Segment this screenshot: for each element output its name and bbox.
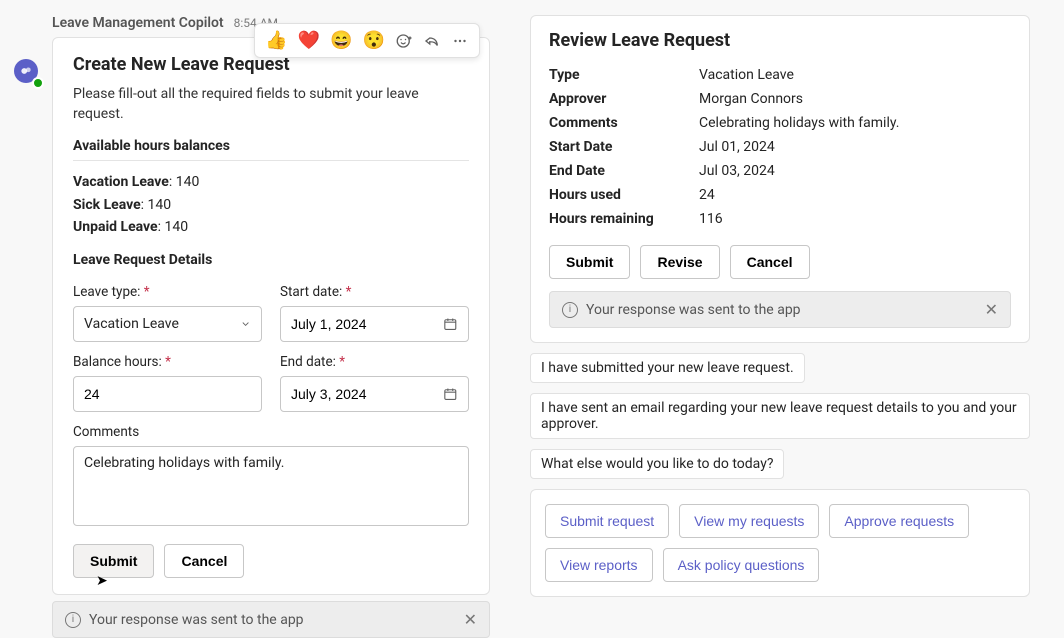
card-intro: Please fill-out all the required fields … (73, 85, 469, 124)
close-icon[interactable]: ✕ (464, 610, 477, 629)
leave-type-label: Leave type: * (73, 284, 262, 300)
calendar-icon (443, 316, 458, 332)
wow-reaction[interactable]: 😯 (363, 30, 385, 51)
bot-message-1: I have submitted your new leave request. (530, 353, 805, 383)
leave-type-select[interactable]: Vacation Leave (73, 306, 262, 342)
bot-message-2: I have sent an email regarding your new … (530, 393, 1030, 439)
review-key: Type (549, 63, 699, 87)
review-cancel-button[interactable]: Cancel (730, 245, 810, 279)
suggestion-view-requests[interactable]: View my requests (679, 504, 819, 538)
end-date-value[interactable] (291, 386, 443, 402)
heart-reaction[interactable]: ❤️ (298, 30, 320, 51)
suggestion-approve-requests[interactable]: Approve requests (829, 504, 969, 538)
review-key: Start Date (549, 135, 699, 159)
status-bar-left: i Your response was sent to the app ✕ (52, 601, 490, 638)
review-value: 24 (699, 183, 1011, 207)
start-date-label: Start date: * (280, 284, 469, 300)
review-value: Morgan Connors (699, 87, 1011, 111)
more-options-icon[interactable] (451, 32, 469, 50)
details-heading: Leave Request Details (73, 252, 469, 274)
review-value: Jul 03, 2024 (699, 159, 1011, 183)
review-row: Start DateJul 01, 2024 (549, 135, 1011, 159)
balances-block: Vacation Leave: 140 Sick Leave: 140 Unpa… (73, 171, 469, 238)
laugh-reaction[interactable]: 😄 (330, 30, 352, 51)
presence-indicator (32, 77, 44, 89)
review-title: Review Leave Request (549, 30, 1011, 51)
close-icon[interactable]: ✕ (985, 300, 998, 319)
status-bar-right: i Your response was sent to the app ✕ (549, 291, 1011, 328)
review-revise-button[interactable]: Revise (640, 245, 719, 279)
review-value: Celebrating holidays with family. (699, 111, 1011, 135)
info-icon: i (65, 612, 81, 628)
emoji-picker-icon[interactable] (395, 32, 413, 50)
create-leave-card: Create New Leave Request Please fill-out… (52, 37, 490, 595)
status-text: Your response was sent to the app (586, 302, 801, 318)
left-pane: Leave Management Copilot 8:54 AM 👍 ❤️ 😄 … (10, 15, 490, 607)
review-key: End Date (549, 159, 699, 183)
review-value: 116 (699, 207, 1011, 231)
vacation-leave-label: Vacation Leave (73, 174, 169, 190)
chevron-down-icon (240, 318, 251, 330)
leave-type-value: Vacation Leave (84, 316, 240, 332)
unpaid-leave-value: 140 (164, 219, 188, 235)
comments-textarea[interactable] (73, 446, 469, 526)
review-row: CommentsCelebrating holidays with family… (549, 111, 1011, 135)
cursor-icon: ➤ (96, 573, 108, 589)
suggestion-ask-policy[interactable]: Ask policy questions (663, 548, 820, 582)
info-icon: i (562, 302, 578, 318)
sick-leave-value: 140 (148, 197, 172, 213)
review-key: Approver (549, 87, 699, 111)
reply-icon[interactable] (423, 32, 441, 50)
end-date-input[interactable] (280, 376, 469, 412)
bot-message-3: What else would you like to do today? (530, 449, 784, 479)
sick-leave-label: Sick Leave (73, 197, 141, 213)
comments-label: Comments (73, 424, 469, 440)
balance-hours-input[interactable] (73, 376, 262, 412)
review-key: Comments (549, 111, 699, 135)
thumbs-up-reaction[interactable]: 👍 (265, 30, 287, 51)
suggestions-card: Submit request View my requests Approve … (530, 489, 1030, 597)
calendar-icon (443, 386, 458, 402)
review-row: End DateJul 03, 2024 (549, 159, 1011, 183)
review-key: Hours remaining (549, 207, 699, 231)
suggestion-submit-request[interactable]: Submit request (545, 504, 669, 538)
review-leave-card: Review Leave Request TypeVacation LeaveA… (530, 15, 1030, 343)
vacation-leave-value: 140 (176, 174, 200, 190)
balance-hours-value[interactable] (84, 386, 251, 402)
review-key: Hours used (549, 183, 699, 207)
review-row: Hours used24 (549, 183, 1011, 207)
suggestion-view-reports[interactable]: View reports (545, 548, 653, 582)
review-row: TypeVacation Leave (549, 63, 1011, 87)
start-date-value[interactable] (291, 316, 443, 332)
status-text: Your response was sent to the app (89, 612, 304, 628)
review-row: Hours remaining116 (549, 207, 1011, 231)
submit-button[interactable]: Submit (73, 544, 154, 578)
reaction-bar: 👍 ❤️ 😄 😯 (254, 23, 480, 58)
right-pane: Review Leave Request TypeVacation LeaveA… (530, 15, 1030, 607)
review-value: Vacation Leave (699, 63, 1011, 87)
cancel-button[interactable]: Cancel (164, 544, 244, 578)
start-date-input[interactable] (280, 306, 469, 342)
balance-hours-label: Balance hours: * (73, 354, 262, 370)
balances-heading: Available hours balances (73, 138, 469, 161)
sender-avatar (14, 59, 42, 87)
review-value: Jul 01, 2024 (699, 135, 1011, 159)
sender-name: Leave Management Copilot (52, 15, 224, 31)
review-table: TypeVacation LeaveApproverMorgan Connors… (549, 63, 1011, 231)
review-row: ApproverMorgan Connors (549, 87, 1011, 111)
end-date-label: End date: * (280, 354, 469, 370)
review-submit-button[interactable]: Submit (549, 245, 630, 279)
unpaid-leave-label: Unpaid Leave (73, 219, 158, 235)
